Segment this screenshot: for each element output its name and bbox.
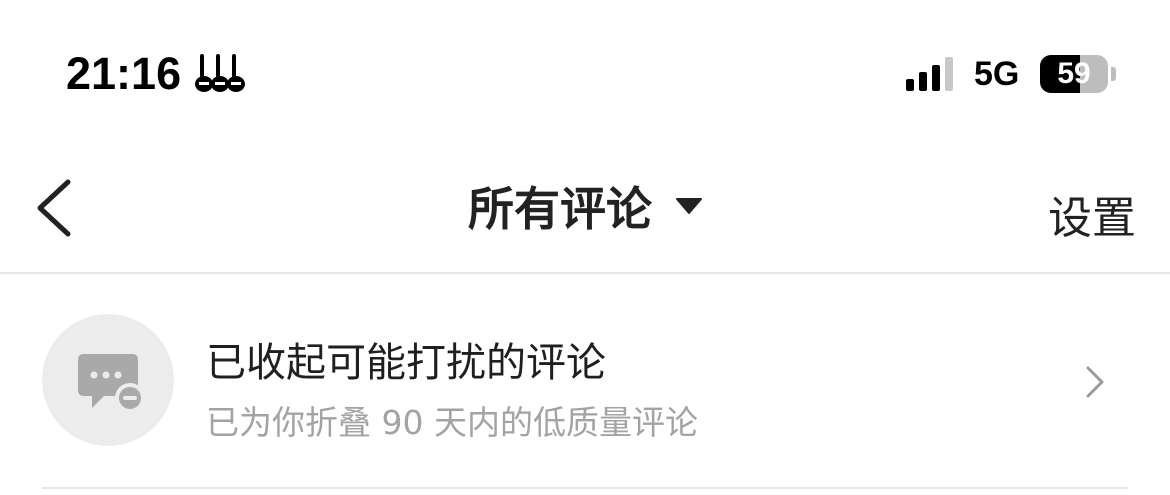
list-item-subtitle: 已为你折叠 90 天内的低质量评论 — [206, 403, 698, 442]
network-type: 5G — [974, 55, 1020, 93]
folded-comment-icon — [78, 354, 145, 413]
status-bar: 21:16 5G 59 — [0, 0, 1170, 140]
list-item-folded-comments[interactable]: 已收起可能打扰的评论 已为你折叠 90 天内的低质量评论 — [0, 274, 1170, 488]
battery-level: 59 — [1057, 57, 1091, 90]
avatar — [42, 314, 174, 446]
dropdown-icon — [676, 198, 702, 214]
signal-icon — [906, 57, 953, 91]
nav-bar: 所有评论 设置 — [0, 140, 1170, 272]
title-wrap: 所有评论 — [0, 140, 1170, 272]
chevron-right-icon — [1086, 366, 1104, 398]
app-logo-icon — [195, 54, 245, 92]
page-title: 所有评论 — [468, 182, 652, 236]
battery-icon: 59 — [1040, 55, 1116, 93]
settings-button[interactable]: 设置 — [1048, 182, 1136, 246]
divider — [42, 487, 1128, 489]
comment-filter-dropdown[interactable]: 所有评论 — [468, 173, 702, 239]
status-time: 21:16 — [66, 48, 182, 99]
list-item-title: 已收起可能打扰的评论 — [206, 340, 606, 386]
battery-cap — [1111, 67, 1116, 81]
